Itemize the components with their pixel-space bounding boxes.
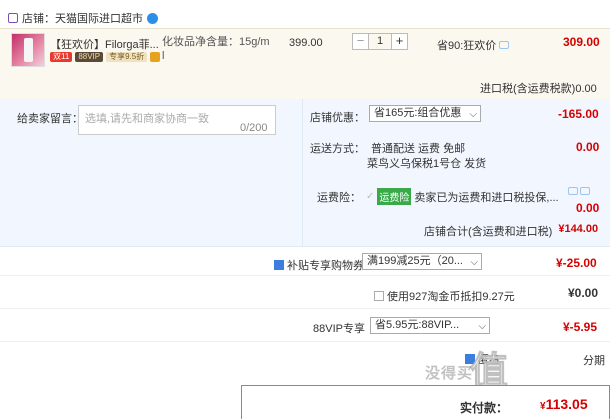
coins-label: 使用927淘金币抵扣9.27元 [387, 291, 515, 303]
import-tax-value: 0.00 [575, 83, 597, 95]
message-char-count: 0/200 [240, 122, 268, 134]
store-discount-select[interactable]: 省165元:组合优惠 ⌵ [369, 105, 481, 122]
import-tax-row: 进口税(含运费税款)0.00 [480, 80, 597, 96]
vip-select[interactable]: 省5.95元:88VIP... ⌵ [370, 317, 490, 334]
card-icon [150, 52, 161, 62]
import-tax-label: 进口税(含运费税款) [480, 83, 576, 95]
item-promo: 省90:狂欢价 [437, 37, 510, 53]
help-icon[interactable] [568, 187, 578, 195]
panel-divider [302, 99, 303, 247]
coins-checkbox[interactable] [374, 291, 384, 301]
wangwang-chat-icon[interactable] [147, 12, 158, 24]
product-title[interactable]: 【狂欢价】Filorga菲... [50, 36, 159, 52]
item-total: 309.00 [563, 35, 600, 49]
discount-badge: 专享9.5折 [106, 52, 148, 62]
unit-price: 399.00 [289, 37, 323, 49]
grand-total-amount: 113.05 [545, 396, 588, 412]
coupon-label: 补贴专享购物券 [287, 260, 364, 272]
decrease-button[interactable]: − [352, 33, 369, 50]
insurance-label: 运费险： [317, 192, 361, 204]
store-discount-value: -165.00 [558, 107, 599, 121]
check-icon: ✓ [366, 191, 375, 202]
shop-name[interactable]: 店铺：天猫国际进口超市 [22, 10, 143, 26]
coupon-row: 补贴专享购物券 [274, 257, 364, 273]
coins-row: 使用927淘金币抵扣9.27元 [374, 288, 515, 304]
divider [0, 308, 610, 309]
divider [0, 275, 610, 276]
divider [0, 341, 610, 342]
promo-text: 省90:狂欢价 [437, 40, 497, 52]
vip-label: 88VIP专享 [313, 323, 365, 335]
store-total-label: 店铺合计(含运费和进口税) [424, 226, 553, 238]
product-spec: 化妆品净含量：15g/m l [162, 36, 270, 62]
store-total-value: ¥144.00 [558, 223, 599, 235]
vip-selected: 省5.95元:88VIP... [375, 319, 460, 331]
installment-label[interactable]: 分期 [583, 352, 605, 368]
insurance-tag: 运费险 [377, 188, 412, 205]
comment-icon[interactable] [580, 187, 590, 195]
chevron-down-icon: ⌵ [470, 257, 478, 268]
quantity-input[interactable]: 1 [369, 33, 391, 50]
vip-value: ¥-5.95 [563, 320, 598, 334]
vip-badge: 88VIP [75, 52, 104, 62]
insurance-value: 0.00 [576, 201, 600, 215]
coupon-value: ¥-25.00 [556, 256, 597, 270]
chevron-down-icon: ⌵ [469, 109, 477, 120]
watermark-text: 没得买 [425, 365, 474, 382]
seller-message-placeholder: 选填,请先和商家协商一致 [85, 113, 210, 125]
shipping-method: 普通配送 运费 免邮 [371, 143, 466, 155]
chevron-down-icon: ⌵ [478, 321, 486, 332]
comment-icon[interactable] [499, 41, 510, 49]
double11-badge: 双11 [50, 52, 73, 62]
insurance-icons [568, 187, 590, 195]
seller-message-label: 给卖家留言： [17, 113, 83, 125]
quantity-stepper: − 1 + [352, 33, 408, 50]
store-discount-label: 店铺优惠： [310, 112, 365, 124]
coupon-selected: 满199减25元（20... [367, 255, 463, 267]
store-discount-selected: 省165元:组合优惠 [374, 107, 462, 119]
shipping-warehouse: 菜鸟义乌保税1号仓 发货 [367, 158, 487, 170]
coins-value: ¥0.00 [568, 286, 599, 300]
coupon-select[interactable]: 满199减25元（20... ⌵ [362, 253, 482, 270]
store-total-row: 店铺合计(含运费和进口税) ¥144.00 [424, 223, 598, 239]
coupon-checkbox[interactable] [274, 260, 284, 270]
shipping-label: 运送方式： [310, 143, 365, 155]
grand-total-value: ¥113.05 [540, 396, 588, 412]
shop-icon [8, 13, 18, 23]
product-thumbnail[interactable] [11, 33, 45, 67]
increase-button[interactable]: + [391, 33, 408, 50]
insurance-desc: 卖家已为运费和进口税投保,... [414, 191, 559, 204]
shipping-value: 0.00 [576, 140, 600, 154]
grand-total-label: 实付款： [460, 401, 509, 415]
shop-header: 店铺：天猫国际进口超市 [8, 10, 158, 26]
product-tags: 双11 88VIP 专享9.5折 [50, 52, 161, 62]
insurance-info: ✓ 运费险 卖家已为运费和进口税投保,... [366, 188, 559, 205]
